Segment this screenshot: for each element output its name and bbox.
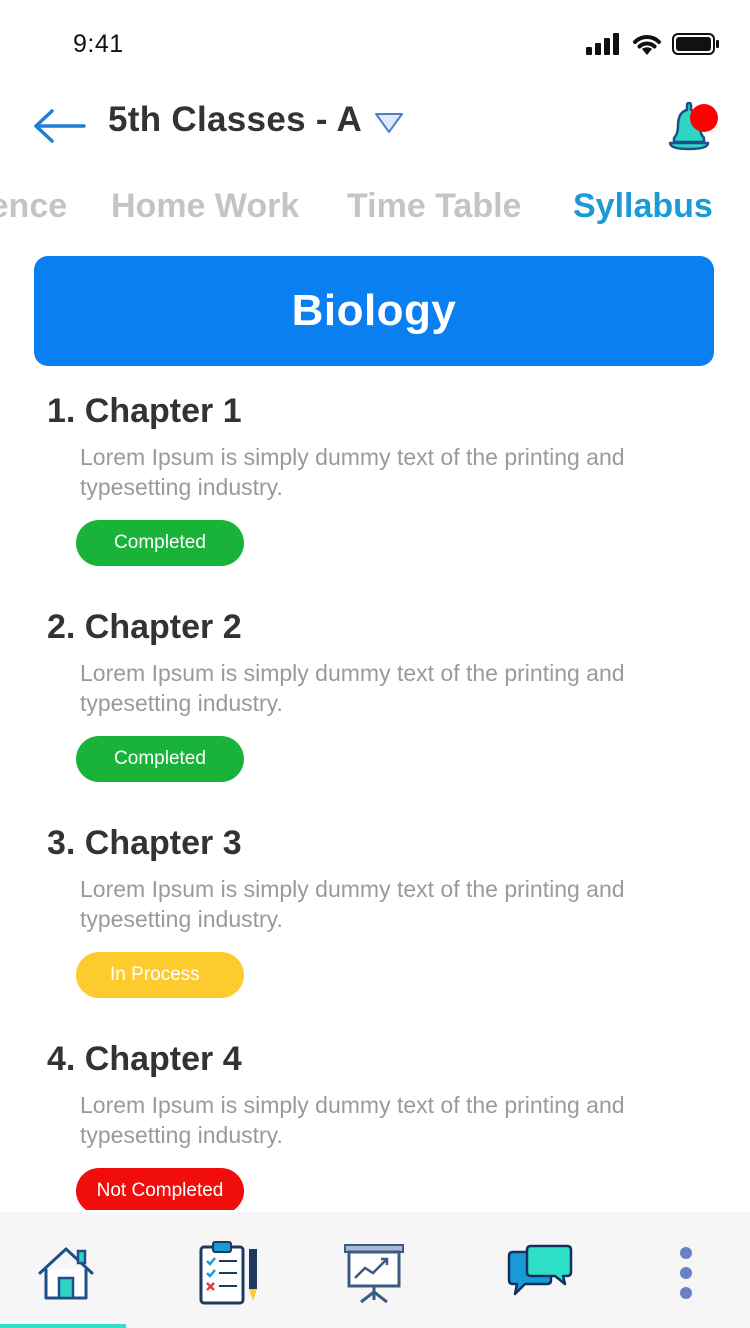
chapter-item: 3. Chapter 3 Lorem Ipsum is simply dummy… <box>0 820 750 1036</box>
chapter-description: Lorem Ipsum is simply dummy text of the … <box>80 660 625 716</box>
tab-attendence[interactable]: Attendence <box>0 182 67 230</box>
triangle-down-icon <box>375 113 404 133</box>
status-time: 9:41 <box>73 30 124 58</box>
nav-more[interactable] <box>646 1238 726 1308</box>
status-bar: 9:41 <box>0 0 750 90</box>
notification-dot <box>690 104 718 132</box>
chapter-description: Lorem Ipsum is simply dummy text of the … <box>80 876 625 932</box>
bottom-nav <box>0 1212 750 1328</box>
nav-messages[interactable] <box>500 1238 580 1308</box>
battery-icon <box>672 33 719 55</box>
chapter-item: 1. Chapter 1 Lorem Ipsum is simply dummy… <box>0 388 750 604</box>
status-badge[interactable]: In Process <box>76 952 244 998</box>
status-badge[interactable]: Completed <box>76 520 244 566</box>
nav-home[interactable] <box>26 1238 106 1308</box>
chapter-title: 3. Chapter 3 <box>47 824 242 862</box>
home-icon <box>38 1247 94 1300</box>
status-icons <box>586 33 720 55</box>
chapter-item: 4. Chapter 4 Lorem Ipsum is simply dummy… <box>0 1036 750 1210</box>
chapter-title: 4. Chapter 4 <box>47 1040 242 1078</box>
nav-tasks[interactable] <box>190 1238 270 1308</box>
status-badge[interactable]: Completed <box>76 736 244 782</box>
back-button[interactable] <box>30 104 88 148</box>
tab-home-work[interactable]: Home Work <box>111 182 299 230</box>
class-selector[interactable]: 5th Classes - A <box>108 100 404 140</box>
chapter-title: 2. Chapter 2 <box>47 608 242 646</box>
tab-time-table[interactable]: Time Table <box>347 182 521 230</box>
notification-button[interactable] <box>662 96 722 156</box>
tab-syllabus[interactable]: Syllabus <box>573 182 713 230</box>
chapter-description: Lorem Ipsum is simply dummy text of the … <box>80 444 625 500</box>
tab-bar: Attendence Home Work Time Table Syllabus <box>0 182 750 232</box>
status-badge[interactable]: Not Completed <box>76 1168 244 1210</box>
signal-icon <box>586 33 619 55</box>
active-nav-indicator <box>0 1324 126 1328</box>
nav-reports[interactable] <box>334 1238 414 1308</box>
more-vertical-icon <box>680 1247 692 1299</box>
chat-icon <box>507 1244 573 1296</box>
chapter-list: 1. Chapter 1 Lorem Ipsum is simply dummy… <box>0 388 750 1210</box>
presentation-chart-icon <box>344 1244 404 1304</box>
subject-banner[interactable]: Biology <box>34 256 714 366</box>
chapter-description: Lorem Ipsum is simply dummy text of the … <box>80 1092 625 1148</box>
class-title: 5th Classes - A <box>108 100 363 139</box>
wifi-icon <box>633 35 661 55</box>
chapter-item: 2. Chapter 2 Lorem Ipsum is simply dummy… <box>0 604 750 820</box>
clipboard-icon <box>199 1241 257 1305</box>
subject-title: Biology <box>291 286 457 335</box>
arrow-left-icon <box>34 109 86 143</box>
app-header: 5th Classes - A <box>0 90 750 165</box>
chapter-title: 1. Chapter 1 <box>47 392 242 430</box>
